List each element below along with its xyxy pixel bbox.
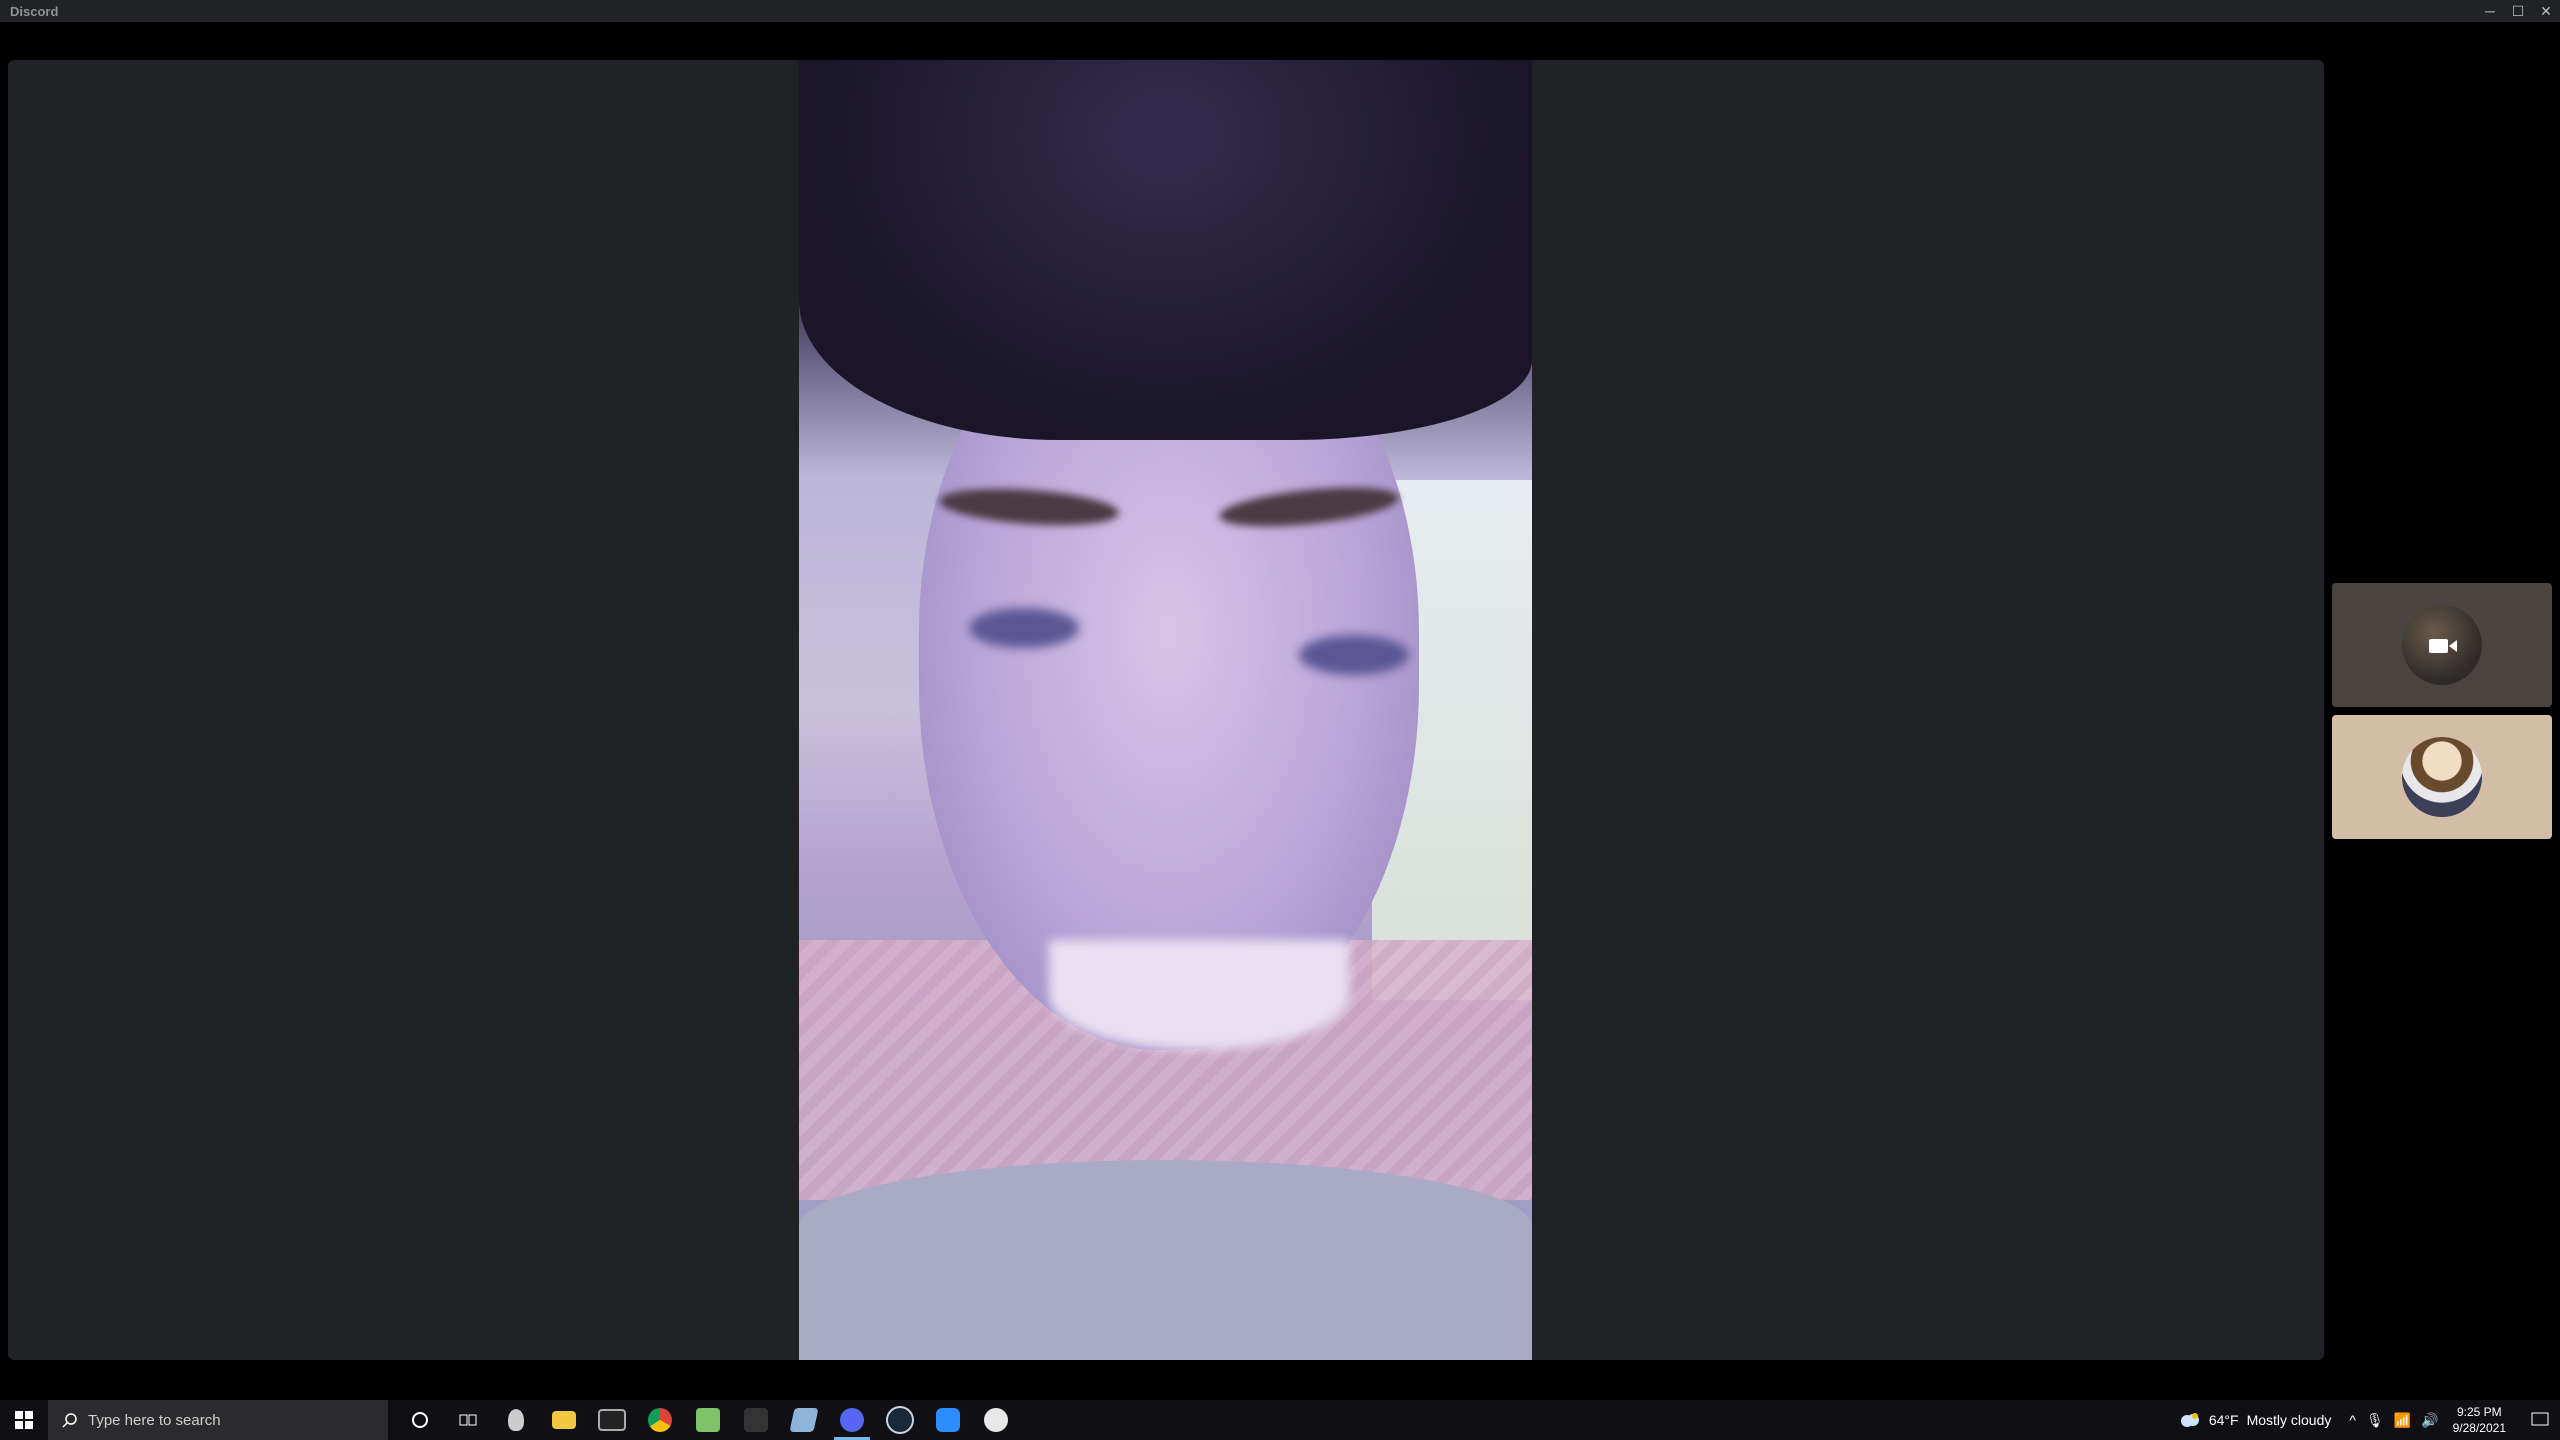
main-video-feed[interactable]: [799, 60, 1532, 1360]
taskbar: Type here to search 64°F Mostly cloudy ^…: [0, 1400, 2560, 1440]
weather-widget[interactable]: 64°F Mostly cloudy: [2179, 1412, 2332, 1428]
taskbar-app-2[interactable]: [780, 1400, 828, 1440]
taskbar-clock[interactable]: 9:25 PM 9/28/2021: [2453, 1404, 2506, 1436]
maximize-button[interactable]: ☐: [2504, 0, 2532, 22]
clock-time: 9:25 PM: [2456, 1405, 2502, 1419]
video-camera-icon: [2429, 639, 2457, 653]
participant-tile-2[interactable]: [2332, 715, 2552, 839]
file-explorer-icon: [552, 1411, 576, 1429]
minimize-button[interactable]: ─: [2476, 0, 2504, 22]
task-view-icon: [459, 1414, 477, 1426]
taskbar-app-steam[interactable]: [876, 1400, 924, 1440]
tray-icons: ^ 🎙 📶 🔊: [2349, 1412, 2438, 1429]
app-icon-2: [789, 1408, 819, 1432]
taskbar-app-1[interactable]: [732, 1400, 780, 1440]
taskbar-search[interactable]: Type here to search: [48, 1400, 388, 1440]
taskbar-app-notepad[interactable]: [684, 1400, 732, 1440]
avatar: [2402, 737, 2482, 817]
discord-icon: [840, 1408, 864, 1432]
taskbar-app-explorer[interactable]: [540, 1400, 588, 1440]
chevron-up-icon[interactable]: ^: [2349, 1412, 2356, 1428]
close-button[interactable]: ✕: [2532, 0, 2560, 22]
app-icon: [744, 1408, 768, 1432]
zoom-icon: [936, 1408, 960, 1432]
microphone-icon[interactable]: 🎙: [2366, 1412, 2384, 1429]
weather-temp: 64°F: [2208, 1412, 2239, 1428]
weather-condition: Mostly cloudy: [2246, 1412, 2332, 1428]
taskbar-app-zoom[interactable]: [924, 1400, 972, 1440]
cortana-icon: [412, 1412, 428, 1428]
window-controls: ─ ☐ ✕: [2476, 0, 2560, 22]
video-mouth: [1049, 940, 1349, 1050]
notepad-icon: [696, 1408, 720, 1432]
notification-button[interactable]: [2520, 1400, 2560, 1440]
cortana-button[interactable]: [396, 1400, 444, 1440]
network-icon[interactable]: 📶: [2394, 1412, 2411, 1429]
video-hat: [799, 60, 1532, 440]
alienware-icon: [508, 1409, 524, 1431]
volume-icon[interactable]: 🔊: [2421, 1412, 2438, 1429]
windows-icon: [15, 1411, 33, 1429]
taskbar-app-terminal[interactable]: [588, 1400, 636, 1440]
video-eye-right: [1299, 635, 1409, 675]
video-stage[interactable]: [8, 60, 2324, 1360]
notification-icon: [2531, 1412, 2549, 1426]
taskbar-app-3[interactable]: [972, 1400, 1020, 1440]
taskbar-app-discord[interactable]: [828, 1400, 876, 1440]
taskbar-app-alienware[interactable]: [492, 1400, 540, 1440]
start-button[interactable]: [0, 1400, 48, 1440]
taskbar-app-chrome[interactable]: [636, 1400, 684, 1440]
app-title: Discord: [10, 4, 59, 19]
title-bar: Discord ─ ☐ ✕: [0, 0, 2560, 22]
task-view-button[interactable]: [444, 1400, 492, 1440]
terminal-icon: [598, 1409, 626, 1431]
system-tray: 64°F Mostly cloudy ^ 🎙 📶 🔊 9:25 PM 9/28/…: [2179, 1400, 2560, 1440]
search-icon: [62, 1413, 77, 1428]
clock-date: 9/28/2021: [2452, 1421, 2506, 1435]
chrome-icon: [648, 1408, 672, 1432]
video-eye-left: [969, 608, 1079, 648]
video-shirt: [799, 1160, 1532, 1360]
cloud-icon: [2180, 1413, 2199, 1427]
participant-tile-1[interactable]: [2332, 583, 2552, 707]
steam-icon: [886, 1406, 914, 1434]
app-icon-3: [984, 1408, 1008, 1432]
search-placeholder: Type here to search: [88, 1411, 221, 1429]
